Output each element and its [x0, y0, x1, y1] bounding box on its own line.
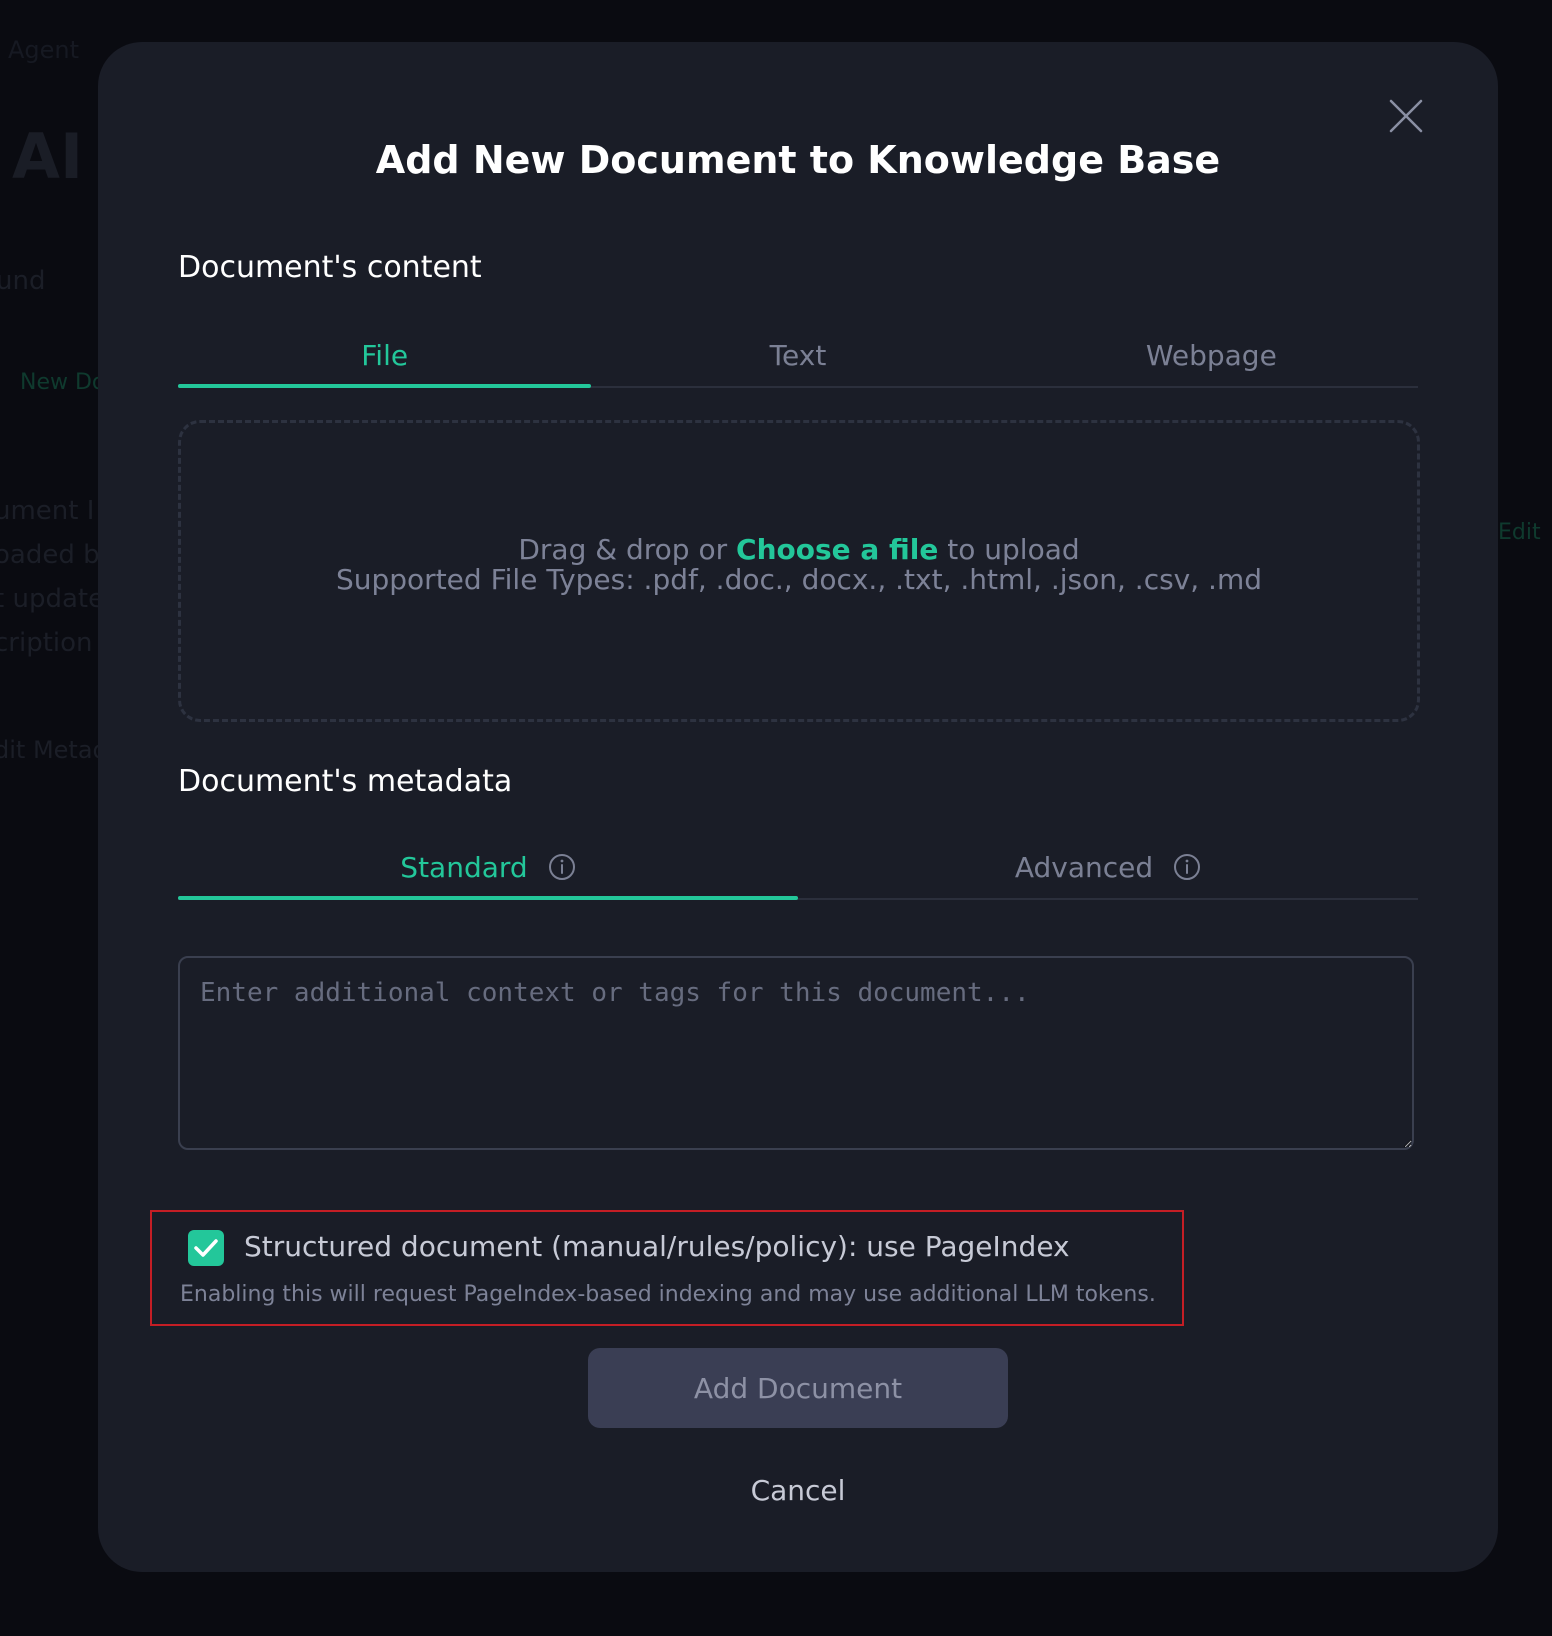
tab-file-label: File — [361, 338, 409, 372]
background-edit-link: Edit — [1498, 520, 1541, 545]
close-icon — [1389, 99, 1423, 133]
add-document-button[interactable]: Add Document — [588, 1348, 1008, 1428]
tab-text-label: Text — [769, 338, 827, 372]
file-dropzone[interactable]: Drag & drop or Choose a file to upload S… — [178, 420, 1420, 722]
background-edit-metadata: dit Metad — [0, 736, 108, 764]
close-button[interactable] — [1388, 98, 1424, 134]
pageindex-option: Structured document (manual/rules/policy… — [150, 1210, 1184, 1326]
tab-file[interactable]: File — [178, 324, 592, 388]
tab-text[interactable]: Text — [591, 324, 1004, 386]
dropzone-prefix: Drag & drop or — [518, 533, 728, 566]
modal-title: Add New Document to Knowledge Base — [375, 138, 1221, 182]
dropzone-suffix: to upload — [947, 533, 1080, 566]
tab-webpage-label: Webpage — [1145, 338, 1277, 372]
cancel-button[interactable]: Cancel — [598, 1468, 998, 1512]
background-text-line: oaded b — [0, 540, 100, 570]
tab-advanced[interactable]: Advanced — [798, 836, 1418, 898]
background-subtitle: und — [0, 266, 46, 296]
background-text-line: ument I — [0, 496, 95, 526]
content-tabs: File Text Webpage — [178, 324, 1418, 388]
background-text-line: cription — [0, 628, 93, 658]
background-text-line: t update — [0, 584, 105, 614]
pageindex-checkbox[interactable] — [188, 1230, 224, 1266]
metadata-section-label: Document's metadata — [178, 764, 513, 799]
add-document-modal: Add New Document to Knowledge Base Docum… — [98, 42, 1498, 1572]
info-icon[interactable] — [1173, 853, 1201, 881]
tab-advanced-label: Advanced — [1014, 850, 1154, 884]
background-new-document-link: New Do — [20, 370, 106, 395]
background-breadcrumb: Agent — [8, 36, 80, 64]
supported-file-types: Supported File Types: .pdf, .doc., docx.… — [335, 563, 1262, 596]
choose-file-link[interactable]: Choose a file — [736, 533, 938, 566]
tab-standard[interactable]: Standard — [178, 836, 798, 900]
pageindex-hint: Enabling this will request PageIndex-bas… — [180, 1282, 1156, 1307]
metadata-input[interactable] — [178, 956, 1414, 1150]
tab-webpage[interactable]: Webpage — [1005, 324, 1418, 386]
dropzone-text: Drag & drop or Choose a file to upload S… — [181, 535, 1417, 595]
content-section-label: Document's content — [178, 250, 482, 285]
metadata-tabs: Standard Advanced — [178, 836, 1418, 900]
info-icon[interactable] — [548, 853, 576, 881]
check-icon — [194, 1239, 218, 1257]
pageindex-label[interactable]: Structured document (manual/rules/policy… — [244, 1230, 1070, 1263]
tab-standard-label: Standard — [400, 850, 528, 884]
